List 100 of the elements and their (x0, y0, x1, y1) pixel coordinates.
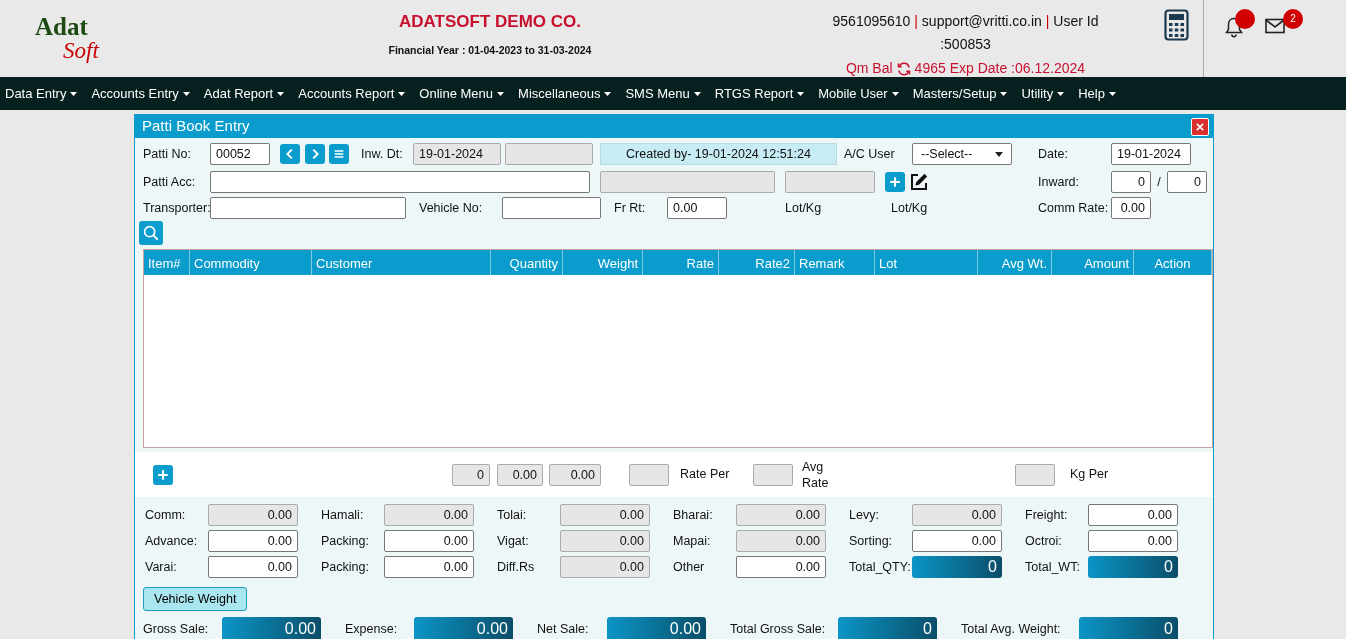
caret-icon (693, 91, 701, 96)
bell-icon[interactable] (1224, 16, 1244, 38)
field-label: Net Sale: (537, 620, 590, 638)
input-field[interactable]: 0.00 (736, 556, 826, 578)
field-label: Vehicle No: (419, 199, 484, 217)
readonly-field[interactable] (629, 463, 669, 486)
field-label: Inw. Dt: (361, 145, 404, 163)
readonly-field[interactable]: 0.00 (560, 556, 650, 578)
menu-item[interactable]: RTGS Report (714, 83, 805, 104)
field-label: Comm: (145, 506, 186, 524)
menu-item[interactable]: Mobile User (818, 83, 899, 104)
readonly-field[interactable]: 0 (452, 463, 490, 486)
column-header: Lot (875, 250, 978, 275)
caret-icon (1057, 91, 1065, 96)
select-dropdown[interactable]: --Select-- (912, 143, 1012, 165)
field-label: Freight: (1025, 506, 1068, 524)
chevron-right-button[interactable] (305, 144, 325, 164)
search-button[interactable] (139, 221, 163, 245)
readonly-field[interactable] (505, 143, 593, 165)
separator-text: | (1045, 13, 1050, 29)
input-field[interactable]: 0.00 (912, 530, 1002, 552)
menu-item[interactable]: Adat Report (203, 83, 285, 104)
input-field[interactable] (502, 197, 601, 219)
input-field[interactable]: 0 (1111, 171, 1151, 193)
column-header: Avg Wt. (978, 250, 1052, 275)
refresh-icon (895, 60, 912, 77)
total-field: 0.00 (222, 617, 321, 639)
input-field[interactable]: 0.00 (1088, 504, 1178, 526)
input-field[interactable]: 00052 (210, 143, 270, 165)
field-label: Tolai: (497, 506, 527, 524)
menu-item[interactable]: SMS Menu (625, 83, 701, 104)
menu-item[interactable]: Accounts Report (298, 83, 406, 104)
readonly-field[interactable] (785, 171, 875, 193)
field-label: Fr Rt: (614, 199, 647, 217)
menu-button[interactable] (329, 144, 349, 164)
readonly-field[interactable]: 0.00 (736, 504, 826, 526)
input-field[interactable]: 0.00 (384, 530, 474, 552)
vehicle-weight-button[interactable]: Vehicle Weight (143, 587, 248, 611)
field-label: Hamali: (321, 506, 364, 524)
separator-text: | (914, 13, 918, 29)
menu-item[interactable]: Masters/Setup (912, 83, 1008, 104)
column-header: Rate (643, 250, 719, 275)
readonly-field[interactable]: 0.00 (384, 504, 474, 526)
menu-item[interactable]: Accounts Entry (91, 83, 190, 104)
input-field[interactable]: 0.00 (1088, 530, 1178, 552)
field-label: Lot/Kg (785, 199, 823, 217)
caret-icon (1109, 91, 1116, 96)
field-label: Mapai: (673, 532, 711, 550)
menu-item[interactable]: Online Menu (419, 83, 505, 104)
input-field[interactable]: 0.00 (667, 197, 727, 219)
menu-item[interactable]: Miscellaneous (518, 83, 612, 104)
readonly-field[interactable]: 0.00 (549, 463, 601, 486)
readonly-field[interactable]: 0.00 (736, 530, 826, 552)
field-label: Avg Rate (802, 458, 830, 491)
calculator-icon[interactable] (1164, 9, 1189, 41)
caret-icon (891, 91, 899, 96)
chevron-left-button[interactable] (280, 144, 300, 164)
column-header: Amount (1052, 250, 1134, 275)
search-icon (142, 224, 160, 242)
readonly-field[interactable]: 19-01-2024 (413, 143, 501, 165)
total-field: 0 (1088, 556, 1178, 578)
input-field[interactable] (210, 171, 590, 193)
input-field[interactable]: 0.00 (1111, 197, 1151, 219)
caret-icon (1000, 91, 1008, 96)
column-header: Item# (144, 250, 190, 275)
input-field[interactable]: 0.00 (208, 556, 298, 578)
input-field[interactable] (210, 197, 406, 219)
caret-icon (398, 91, 406, 96)
input-field[interactable]: 0.00 (384, 556, 474, 578)
readonly-field[interactable] (600, 171, 775, 193)
mail-icon[interactable] (1265, 18, 1285, 34)
readonly-field[interactable]: 0.00 (912, 504, 1002, 526)
menu-item[interactable]: Utility (1021, 83, 1065, 104)
input-field[interactable]: 0.00 (208, 530, 298, 552)
input-field[interactable]: 0 (1167, 171, 1207, 193)
caret-icon (70, 91, 78, 96)
field-label: Date: (1038, 145, 1069, 163)
total-field: 0 (1079, 617, 1178, 639)
contact-text: :500853 (940, 36, 991, 52)
column-header: Weight (563, 250, 643, 275)
menu-item[interactable]: Data Entry (5, 83, 78, 104)
field-label: Patti No: (143, 145, 192, 163)
contact-text: 9561095610 (832, 13, 911, 29)
field-label: Lot/Kg (891, 199, 929, 217)
close-button[interactable] (1191, 117, 1209, 136)
add-button[interactable] (153, 464, 173, 485)
field-label: Other (673, 558, 705, 576)
readonly-field[interactable] (1015, 463, 1055, 486)
readonly-field[interactable]: 0.00 (560, 530, 650, 552)
plus-icon (156, 467, 170, 482)
readonly-field[interactable]: 0.00 (560, 504, 650, 526)
edit-icon[interactable] (909, 172, 929, 192)
input-field[interactable]: 19-01-2024 (1111, 143, 1191, 165)
field-label: Total_WT: (1025, 558, 1080, 576)
field-label: Comm Rate: (1038, 199, 1110, 217)
separator-text: / (1156, 173, 1162, 191)
menu-item[interactable]: Help (1078, 83, 1116, 104)
readonly-field[interactable]: 0.00 (497, 463, 543, 486)
readonly-field[interactable] (753, 463, 793, 486)
readonly-field[interactable]: 0.00 (208, 504, 298, 526)
